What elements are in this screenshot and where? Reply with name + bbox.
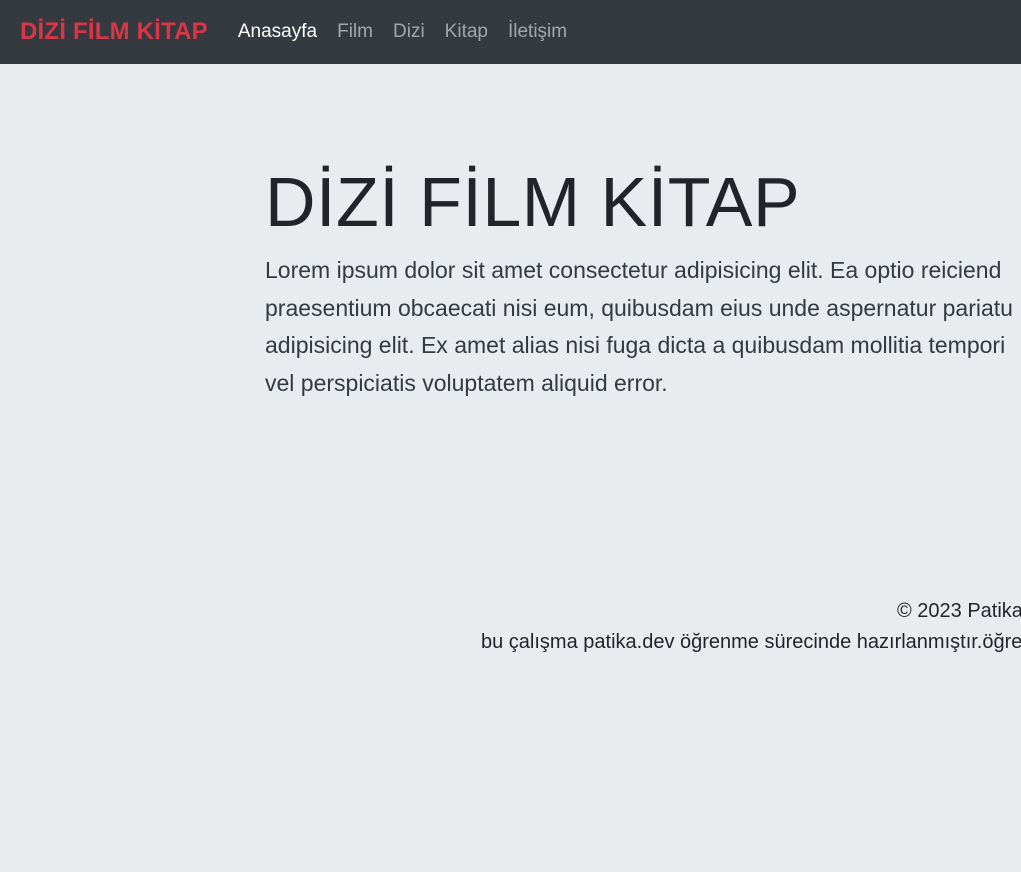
hero-section: DİZİ FİLM KİTAP Lorem ipsum dolor sit am… [265, 160, 1021, 402]
hero-title: DİZİ FİLM KİTAP [265, 163, 801, 241]
top-navbar: DİZİ FİLM KİTAP Anasayfa Film Dizi Kitap… [0, 0, 1021, 64]
nav-link-iletisim[interactable]: İletişim [508, 21, 567, 43]
nav-links: Anasayfa Film Dizi Kitap İletişim [238, 21, 587, 43]
brand-logo[interactable]: DİZİ FİLM KİTAP [20, 18, 208, 46]
page-footer: © 2023 Patika bu çalışma patika.dev öğre… [0, 600, 1021, 660]
footer-copyright: © 2023 Patika [897, 600, 1021, 622]
hero-line-4: vel perspiciatis voluptatem aliquid erro… [265, 369, 668, 396]
hero-line-2: praesentium obcaecati nisi eum, quibusda… [265, 294, 1013, 321]
nav-link-kitap[interactable]: Kitap [445, 21, 488, 43]
hero-description: Lorem ipsum dolor sit amet consectetur a… [265, 252, 1021, 402]
footer-note: bu çalışma patika.dev öğrenme sürecinde … [481, 631, 1021, 653]
nav-link-anasayfa[interactable]: Anasayfa [238, 21, 317, 43]
hero-line-3: adipisicing elit. Ex amet alias nisi fug… [265, 332, 1006, 358]
hero-line-1: Lorem ipsum dolor sit amet consectetur a… [265, 257, 1002, 283]
nav-link-dizi[interactable]: Dizi [393, 21, 425, 43]
nav-link-film[interactable]: Film [337, 21, 373, 43]
